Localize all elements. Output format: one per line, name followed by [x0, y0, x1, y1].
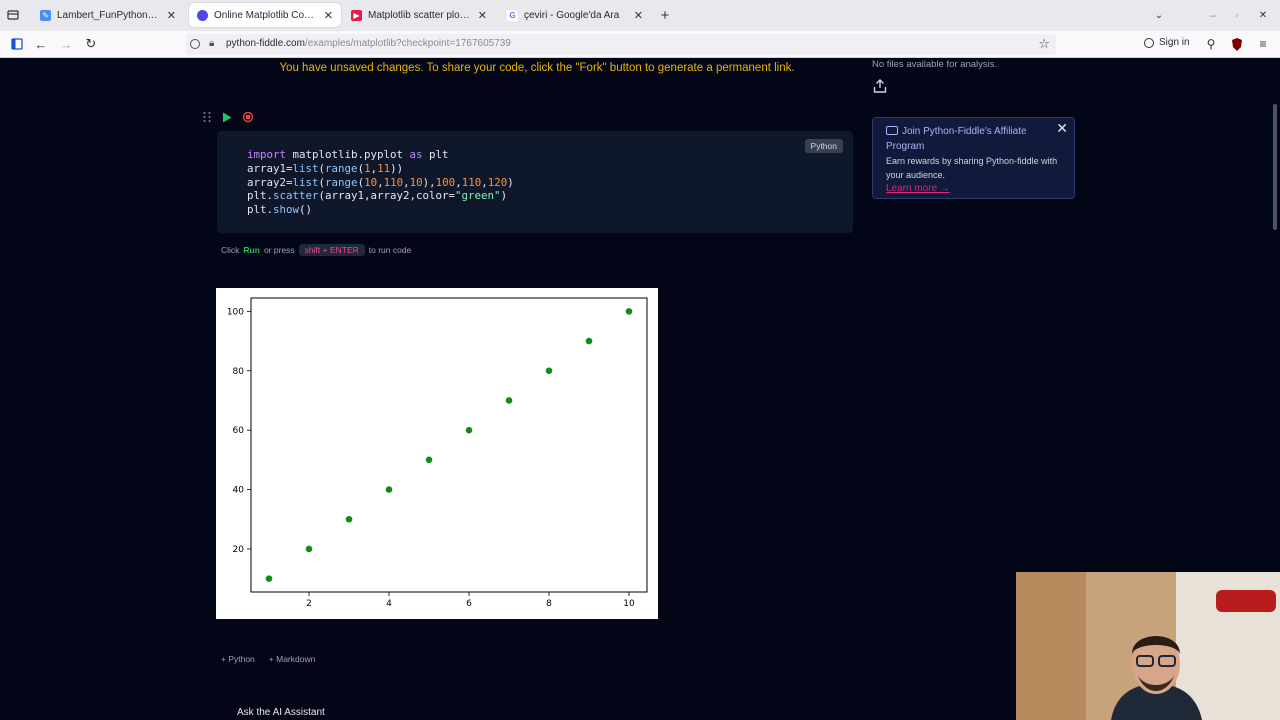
- y-tick-label: 80: [233, 367, 245, 377]
- y-tick-label: 60: [233, 426, 245, 436]
- forward-icon[interactable]: →: [59, 37, 73, 52]
- tab-label: Matplotlib scatter plots ir: [368, 9, 472, 21]
- hint-run: Run: [243, 245, 260, 255]
- hint-suffix: to run code: [368, 245, 412, 255]
- tab-online-matplotlib[interactable]: Online Matplotlib Compi ✕: [189, 3, 341, 27]
- python-fiddle-icon: [197, 9, 208, 21]
- tab-lambert[interactable]: ✎ Lambert_FunPython_3e_ ✕: [32, 3, 184, 27]
- url-path: /examples/matplotlib?checkpoint=17676057…: [304, 38, 511, 49]
- hint-prefix: Click: [221, 245, 240, 255]
- shield-icon[interactable]: [190, 39, 200, 49]
- close-icon[interactable]: ✕: [167, 9, 176, 22]
- y-tick-label: 100: [227, 307, 244, 317]
- close-icon[interactable]: ✕: [634, 9, 643, 22]
- scatter-point: [265, 575, 273, 582]
- close-window-icon[interactable]: ✕: [1256, 8, 1270, 22]
- language-badge: Python: [804, 139, 843, 153]
- affiliate-card: Join Python-Fiddle's Affiliate Program ✕…: [872, 117, 1075, 199]
- run-icon[interactable]: [222, 110, 232, 128]
- scatter-point: [545, 367, 553, 375]
- x-tick-label: 8: [546, 599, 552, 609]
- stop-icon[interactable]: [242, 110, 254, 128]
- chevron-down-icon[interactable]: ⌄: [1152, 8, 1166, 22]
- tab-label: Online Matplotlib Compi: [214, 9, 318, 21]
- url-host: python-fiddle.com: [226, 38, 305, 49]
- minimize-icon[interactable]: –: [1206, 8, 1220, 22]
- scatter-point: [345, 515, 353, 523]
- drag-handle-icon[interactable]: [202, 110, 212, 128]
- code-editor[interactable]: Python import matplotlib.pyplot as plt a…: [217, 131, 853, 233]
- scatter-point: [425, 456, 433, 464]
- ask-ai-assistant-link[interactable]: Ask the AI Assistant: [237, 707, 325, 718]
- plot-output: 2 4 6 8 10 20 40 60 80 100: [216, 288, 658, 619]
- youtube-icon: ▶: [351, 9, 362, 21]
- scatter-point: [385, 486, 393, 493]
- scatter-point: [305, 545, 313, 553]
- video-icon: [886, 126, 898, 135]
- close-icon[interactable]: ✕: [1056, 120, 1068, 137]
- learn-more-link[interactable]: Learn more →: [886, 183, 950, 194]
- run-hint: Click Run or press shift + ENTER to run …: [221, 244, 411, 256]
- menu-icon[interactable]: ≡: [1256, 37, 1270, 51]
- tab-matplotlib-scatter[interactable]: ▶ Matplotlib scatter plots ir ✕: [343, 3, 495, 27]
- x-tick-label: 10: [623, 599, 635, 609]
- add-python-cell-button[interactable]: + Python: [221, 654, 255, 664]
- x-tick-label: 2: [306, 599, 312, 609]
- no-files-text: No files available for analysis.: [872, 59, 998, 70]
- new-tab-icon[interactable]: +: [658, 7, 672, 24]
- reload-icon[interactable]: ↻: [84, 36, 98, 51]
- tab-label: Lambert_FunPython_3e_: [57, 9, 161, 21]
- tab-label: çeviri - Google'da Ara: [524, 9, 620, 21]
- y-tick-label: 20: [233, 545, 245, 555]
- hint-middle: or press: [263, 245, 295, 255]
- affiliate-body: Earn rewards by sharing Python-fiddle wi…: [886, 156, 1058, 180]
- affiliate-title: Join Python-Fiddle's Affiliate Program: [886, 124, 1054, 154]
- sign-in-button[interactable]: Sign in: [1144, 37, 1190, 48]
- webcam-person-image: [1016, 572, 1280, 720]
- y-tick-label: 40: [233, 486, 245, 496]
- unsaved-changes-notice: You have unsaved changes. To share your …: [279, 62, 795, 74]
- tab-overview-icon[interactable]: [6, 8, 20, 22]
- sign-in-label: Sign in: [1159, 37, 1190, 48]
- google-icon: G: [507, 9, 518, 21]
- cell-toolbar: [202, 110, 254, 128]
- code-content[interactable]: import matplotlib.pyplot as plt array1=l…: [247, 148, 514, 217]
- webcam-overlay: [1016, 572, 1280, 720]
- lock-icon[interactable]: 🔒︎: [209, 38, 214, 49]
- tab-ceviri[interactable]: G çeviri - Google'da Ara ✕: [499, 3, 651, 27]
- x-tick-label: 4: [386, 599, 392, 609]
- page-scrollbar[interactable]: [1273, 104, 1277, 230]
- maximize-icon[interactable]: ▫: [1230, 8, 1244, 22]
- close-icon[interactable]: ✕: [324, 9, 333, 22]
- scatter-point: [625, 308, 633, 315]
- browser-tab-bar: ✎ Lambert_FunPython_3e_ ✕ Online Matplot…: [0, 0, 1280, 31]
- scatter-point: [585, 337, 593, 345]
- bookmark-star-icon[interactable]: ☆: [1038, 36, 1050, 52]
- ublock-icon[interactable]: [1230, 37, 1244, 51]
- feather-icon: ✎: [40, 9, 51, 21]
- x-tick-label: 6: [466, 599, 472, 609]
- url-text[interactable]: python-fiddle.com/examples/matplotlib?ch…: [226, 38, 511, 49]
- browser-nav-bar: ← → ↻ 🔒︎ python-fiddle.com/examples/matp…: [0, 31, 1280, 58]
- scatter-chart: 2 4 6 8 10 20 40 60 80 100: [227, 297, 648, 609]
- add-markdown-cell-button[interactable]: + Markdown: [269, 654, 316, 664]
- account-icon: [1144, 37, 1154, 48]
- back-icon[interactable]: ←: [34, 37, 48, 52]
- affiliate-title-text: Join Python-Fiddle's Affiliate Program: [886, 126, 1027, 152]
- add-cell-bar: + Python + Markdown: [221, 654, 315, 664]
- close-icon[interactable]: ✕: [478, 9, 487, 22]
- address-bar[interactable]: 🔒︎ python-fiddle.com/examples/matplotlib…: [186, 34, 1056, 55]
- scatter-point: [465, 426, 473, 434]
- extensions-icon[interactable]: ⚲: [1204, 37, 1218, 51]
- hint-shortcut: shift + ENTER: [298, 244, 365, 256]
- upload-icon[interactable]: [872, 78, 888, 94]
- sidebar-toggle-icon[interactable]: [10, 37, 24, 51]
- scatter-point: [505, 397, 513, 404]
